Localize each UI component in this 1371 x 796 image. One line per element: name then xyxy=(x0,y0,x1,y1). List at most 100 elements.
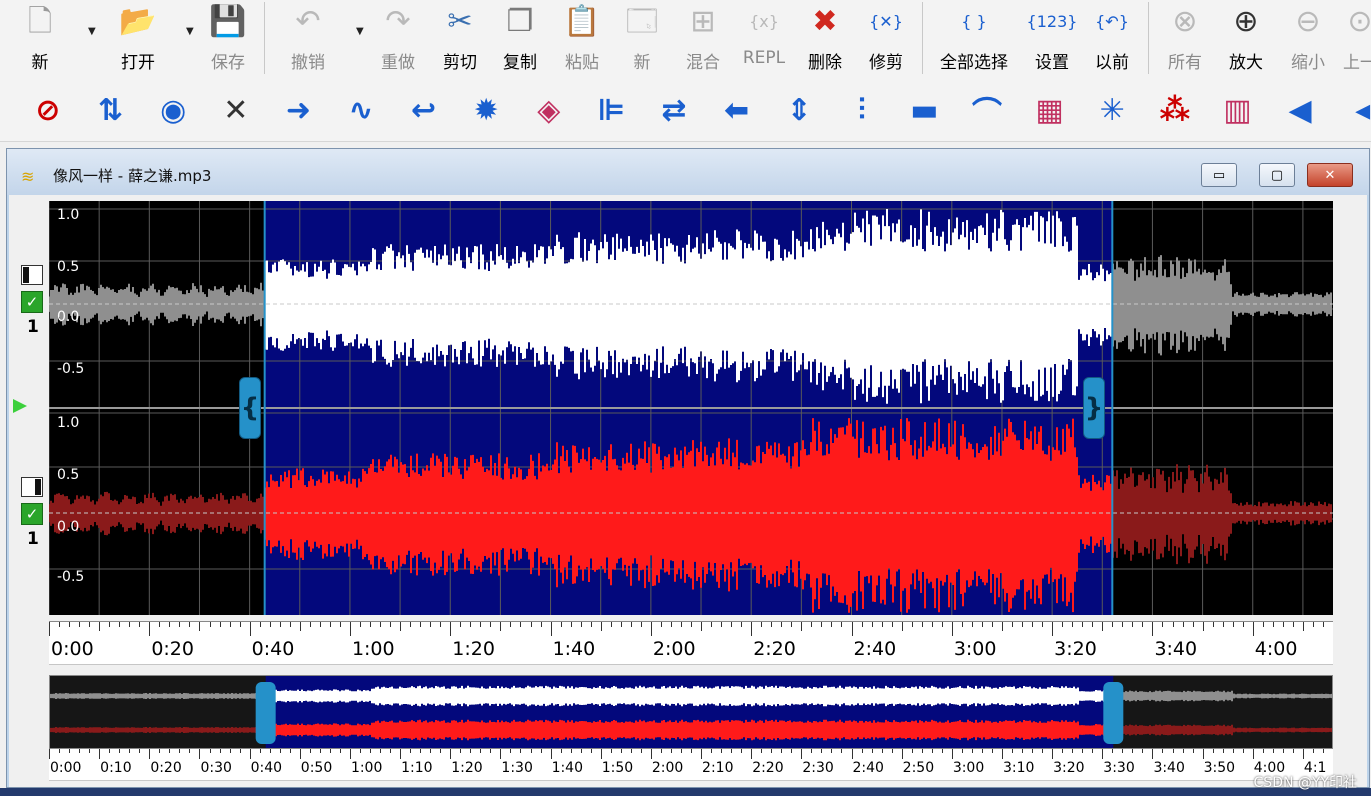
time-tick xyxy=(440,622,442,627)
overview-time-tick xyxy=(610,749,612,753)
swap-channels-icon[interactable]: ⇄ xyxy=(650,86,698,134)
channel-1-mono-toggle[interactable] xyxy=(21,265,43,285)
toolbar-button-7[interactable]: 📋 粘贴 xyxy=(554,0,610,76)
time-tick xyxy=(279,622,281,627)
channel-2-enable-checkbox[interactable]: ✓ xyxy=(21,503,43,525)
select-all-icon: { } xyxy=(961,12,987,31)
previous-selection-icon: {↶} xyxy=(1095,12,1129,31)
overview-right-selected xyxy=(265,719,1113,741)
time-tick xyxy=(1312,622,1314,627)
time-tick xyxy=(851,622,853,636)
toolbar-button-8[interactable]: 🗔 新 xyxy=(614,0,670,76)
window-titlebar[interactable]: ≋ 像风一样 - 薛之谦.mp3 ▭ ▢ ✕ xyxy=(7,149,1369,195)
envelope-icon[interactable]: ⌒ xyxy=(963,86,1011,134)
toolbar-button-15[interactable]: {↶} 以前 xyxy=(1084,0,1140,76)
overview-time-tick xyxy=(701,749,703,759)
dropdown-arrow-icon[interactable]: ▼ xyxy=(356,26,364,37)
toolbar-button-label: 混合 xyxy=(686,53,720,73)
overview-canvas[interactable] xyxy=(50,676,1333,749)
toolbar-button-3[interactable]: ↶ 撤销 xyxy=(280,0,336,76)
overview-time-tick xyxy=(510,749,512,753)
toolbar-button-16[interactable]: ⊗ 所有 xyxy=(1157,0,1213,76)
main-toolbar: 🗋 新 📂 打开 💾 保存 ↶ 撤销 ↷ 重做 ✂ 剪切 ❐ 复制 📋 粘贴 🗔 新 ⊞ 混合 {x} REPL ✖ 删除 {✕… xyxy=(0,0,1371,78)
overview-time-tick xyxy=(600,749,602,759)
gradient-icon[interactable]: ▬ xyxy=(900,86,948,134)
toolbar-button-4[interactable]: ↷ 重做 xyxy=(370,0,426,76)
sine-wave-icon[interactable]: ∿ xyxy=(337,86,385,134)
reverse-icon[interactable]: ↩ xyxy=(400,86,448,134)
selection-start-handle[interactable]: { xyxy=(239,377,261,439)
volume-left-icon[interactable]: ◀ xyxy=(1276,86,1324,134)
toolbar-button-2[interactable]: 💾 保存 xyxy=(200,0,256,76)
stop-record-icon[interactable]: ⊘ xyxy=(24,86,72,134)
cross-fade-icon[interactable]: ✕ xyxy=(212,86,260,134)
waveform-app-icon: ≋ xyxy=(21,167,35,186)
time-tick xyxy=(450,622,452,636)
toolbar-button-0[interactable]: 🗋 新 xyxy=(12,0,68,76)
toolbar-button-11[interactable]: ✖ 删除 xyxy=(797,0,853,76)
effects-icon[interactable]: ✹ xyxy=(462,86,510,134)
toolbar-button-label: 删除 xyxy=(808,53,842,73)
pitch-icon[interactable]: ✳ xyxy=(1088,86,1136,134)
time-tick xyxy=(209,622,211,627)
expand-icon[interactable]: ⇕ xyxy=(775,86,823,134)
dropdown-arrow-icon[interactable]: ▼ xyxy=(186,26,194,37)
time-tick xyxy=(1262,622,1264,627)
channel-1-enable-checkbox[interactable]: ✓ xyxy=(21,291,43,313)
overview-time-tick xyxy=(861,749,863,753)
toolbar-button-6[interactable]: ❐ 复制 xyxy=(492,0,548,76)
overview-time-tick xyxy=(229,749,231,753)
dropdown-arrow-icon[interactable]: ▼ xyxy=(88,26,96,37)
play-cursor-marker-icon[interactable] xyxy=(13,399,27,413)
toolbar-button-1[interactable]: 📂 打开 xyxy=(110,0,166,76)
overview-time-label: 0:40 xyxy=(250,760,283,776)
spectrum-view-icon[interactable]: ▦ xyxy=(1026,86,1074,134)
overview-time-label: 1:10 xyxy=(401,760,433,776)
close-button[interactable]: ✕ xyxy=(1307,163,1353,187)
noise-remove-icon[interactable]: ⁂ xyxy=(1151,86,1199,134)
toolbar-button-12[interactable]: {✕} 修剪 xyxy=(858,0,914,76)
overview-navigator[interactable] xyxy=(49,675,1333,749)
toolbar-button-18[interactable]: ⊖ 缩小 xyxy=(1280,0,1336,76)
overview-time-tick xyxy=(1122,749,1124,753)
normalize-icon[interactable]: ⇅ xyxy=(87,86,135,134)
toolbar-button-17[interactable]: ⊕ 放大 xyxy=(1218,0,1274,76)
overview-time-tick xyxy=(881,749,883,753)
sliders-icon[interactable]: ⫶ xyxy=(838,86,886,134)
restore-button[interactable]: ▢ xyxy=(1259,163,1295,187)
ch2-y-label: 0.0 xyxy=(57,519,80,535)
volume-icon[interactable]: ◂ xyxy=(1339,86,1371,134)
ch2-y-label: 1.0 xyxy=(57,415,80,431)
equalizer-icon[interactable]: ⊫ xyxy=(587,86,635,134)
time-label: 1:20 xyxy=(452,638,495,660)
overview-time-tick xyxy=(209,749,211,753)
toolbar-button-5[interactable]: ✂ 剪切 xyxy=(432,0,488,76)
back-arrow-icon[interactable]: ⬅ xyxy=(713,86,761,134)
overview-time-tick xyxy=(119,749,121,753)
insert-arrow-icon[interactable]: ➜ xyxy=(274,86,322,134)
time-tick xyxy=(309,622,311,627)
toolbar-button-9[interactable]: ⊞ 混合 xyxy=(675,0,731,76)
toolbar-button-13[interactable]: { } 全部选择 xyxy=(934,0,1014,76)
toolbar-button-19[interactable]: ⊙ 上一 xyxy=(1332,0,1371,76)
selection-end-handle[interactable]: } xyxy=(1083,377,1105,439)
channel-2-mono-toggle[interactable] xyxy=(21,477,43,497)
time-ruler[interactable]: 0:00 0:20 0:40 1:00 1:20 1:40 2:00 2:20 2:40 3:00… xyxy=(49,621,1333,665)
spectrum-icon[interactable]: ◈ xyxy=(525,86,573,134)
minimize-button[interactable]: ▭ xyxy=(1201,163,1237,187)
overview-time-tick xyxy=(1212,749,1214,753)
overview-time-tick xyxy=(751,749,753,759)
time-tick xyxy=(660,622,662,627)
color-bar-icon[interactable]: ▥ xyxy=(1213,86,1261,134)
toolbar-button-10[interactable]: {x} REPL xyxy=(724,0,804,76)
overview-time-tick xyxy=(891,749,893,753)
toolbar-button-14[interactable]: {123} 设置 xyxy=(1024,0,1080,76)
time-tick xyxy=(269,622,271,627)
undo-icon: ↶ xyxy=(295,4,321,39)
time-tick xyxy=(1062,622,1064,627)
overview-time-tick xyxy=(420,749,422,753)
time-tick xyxy=(169,622,171,627)
amplify-icon[interactable]: ◉ xyxy=(149,86,197,134)
overview-time-tick xyxy=(470,749,472,753)
overview-time-tick xyxy=(1062,749,1064,753)
